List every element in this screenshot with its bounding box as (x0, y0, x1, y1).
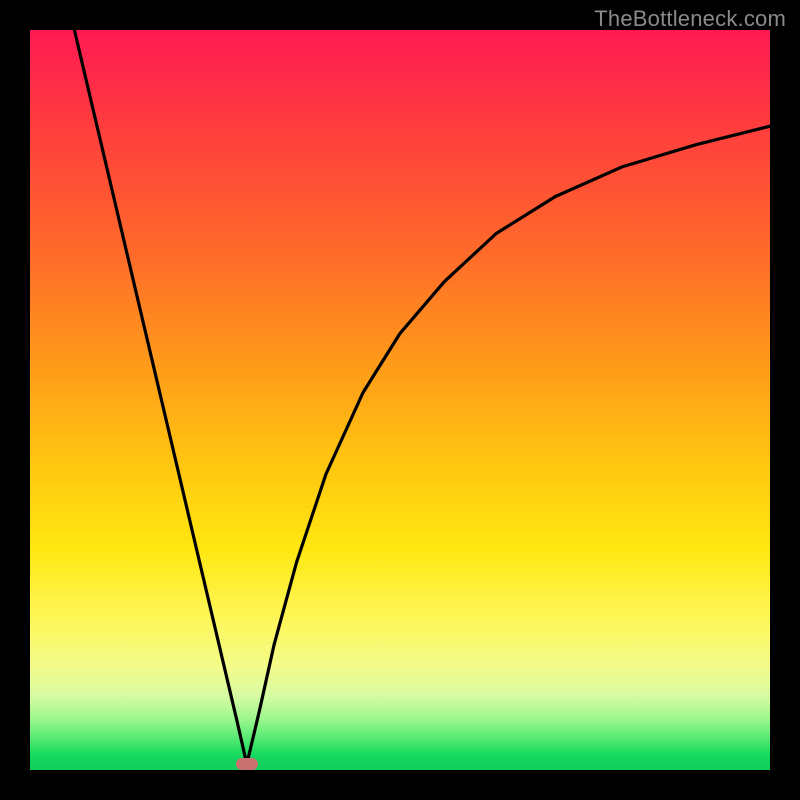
chart-frame: TheBottleneck.com (0, 0, 800, 800)
curve-path (74, 30, 770, 764)
bottleneck-curve (30, 30, 770, 770)
optimum-marker (236, 758, 258, 770)
watermark-text: TheBottleneck.com (594, 6, 786, 32)
plot-area (30, 30, 770, 770)
